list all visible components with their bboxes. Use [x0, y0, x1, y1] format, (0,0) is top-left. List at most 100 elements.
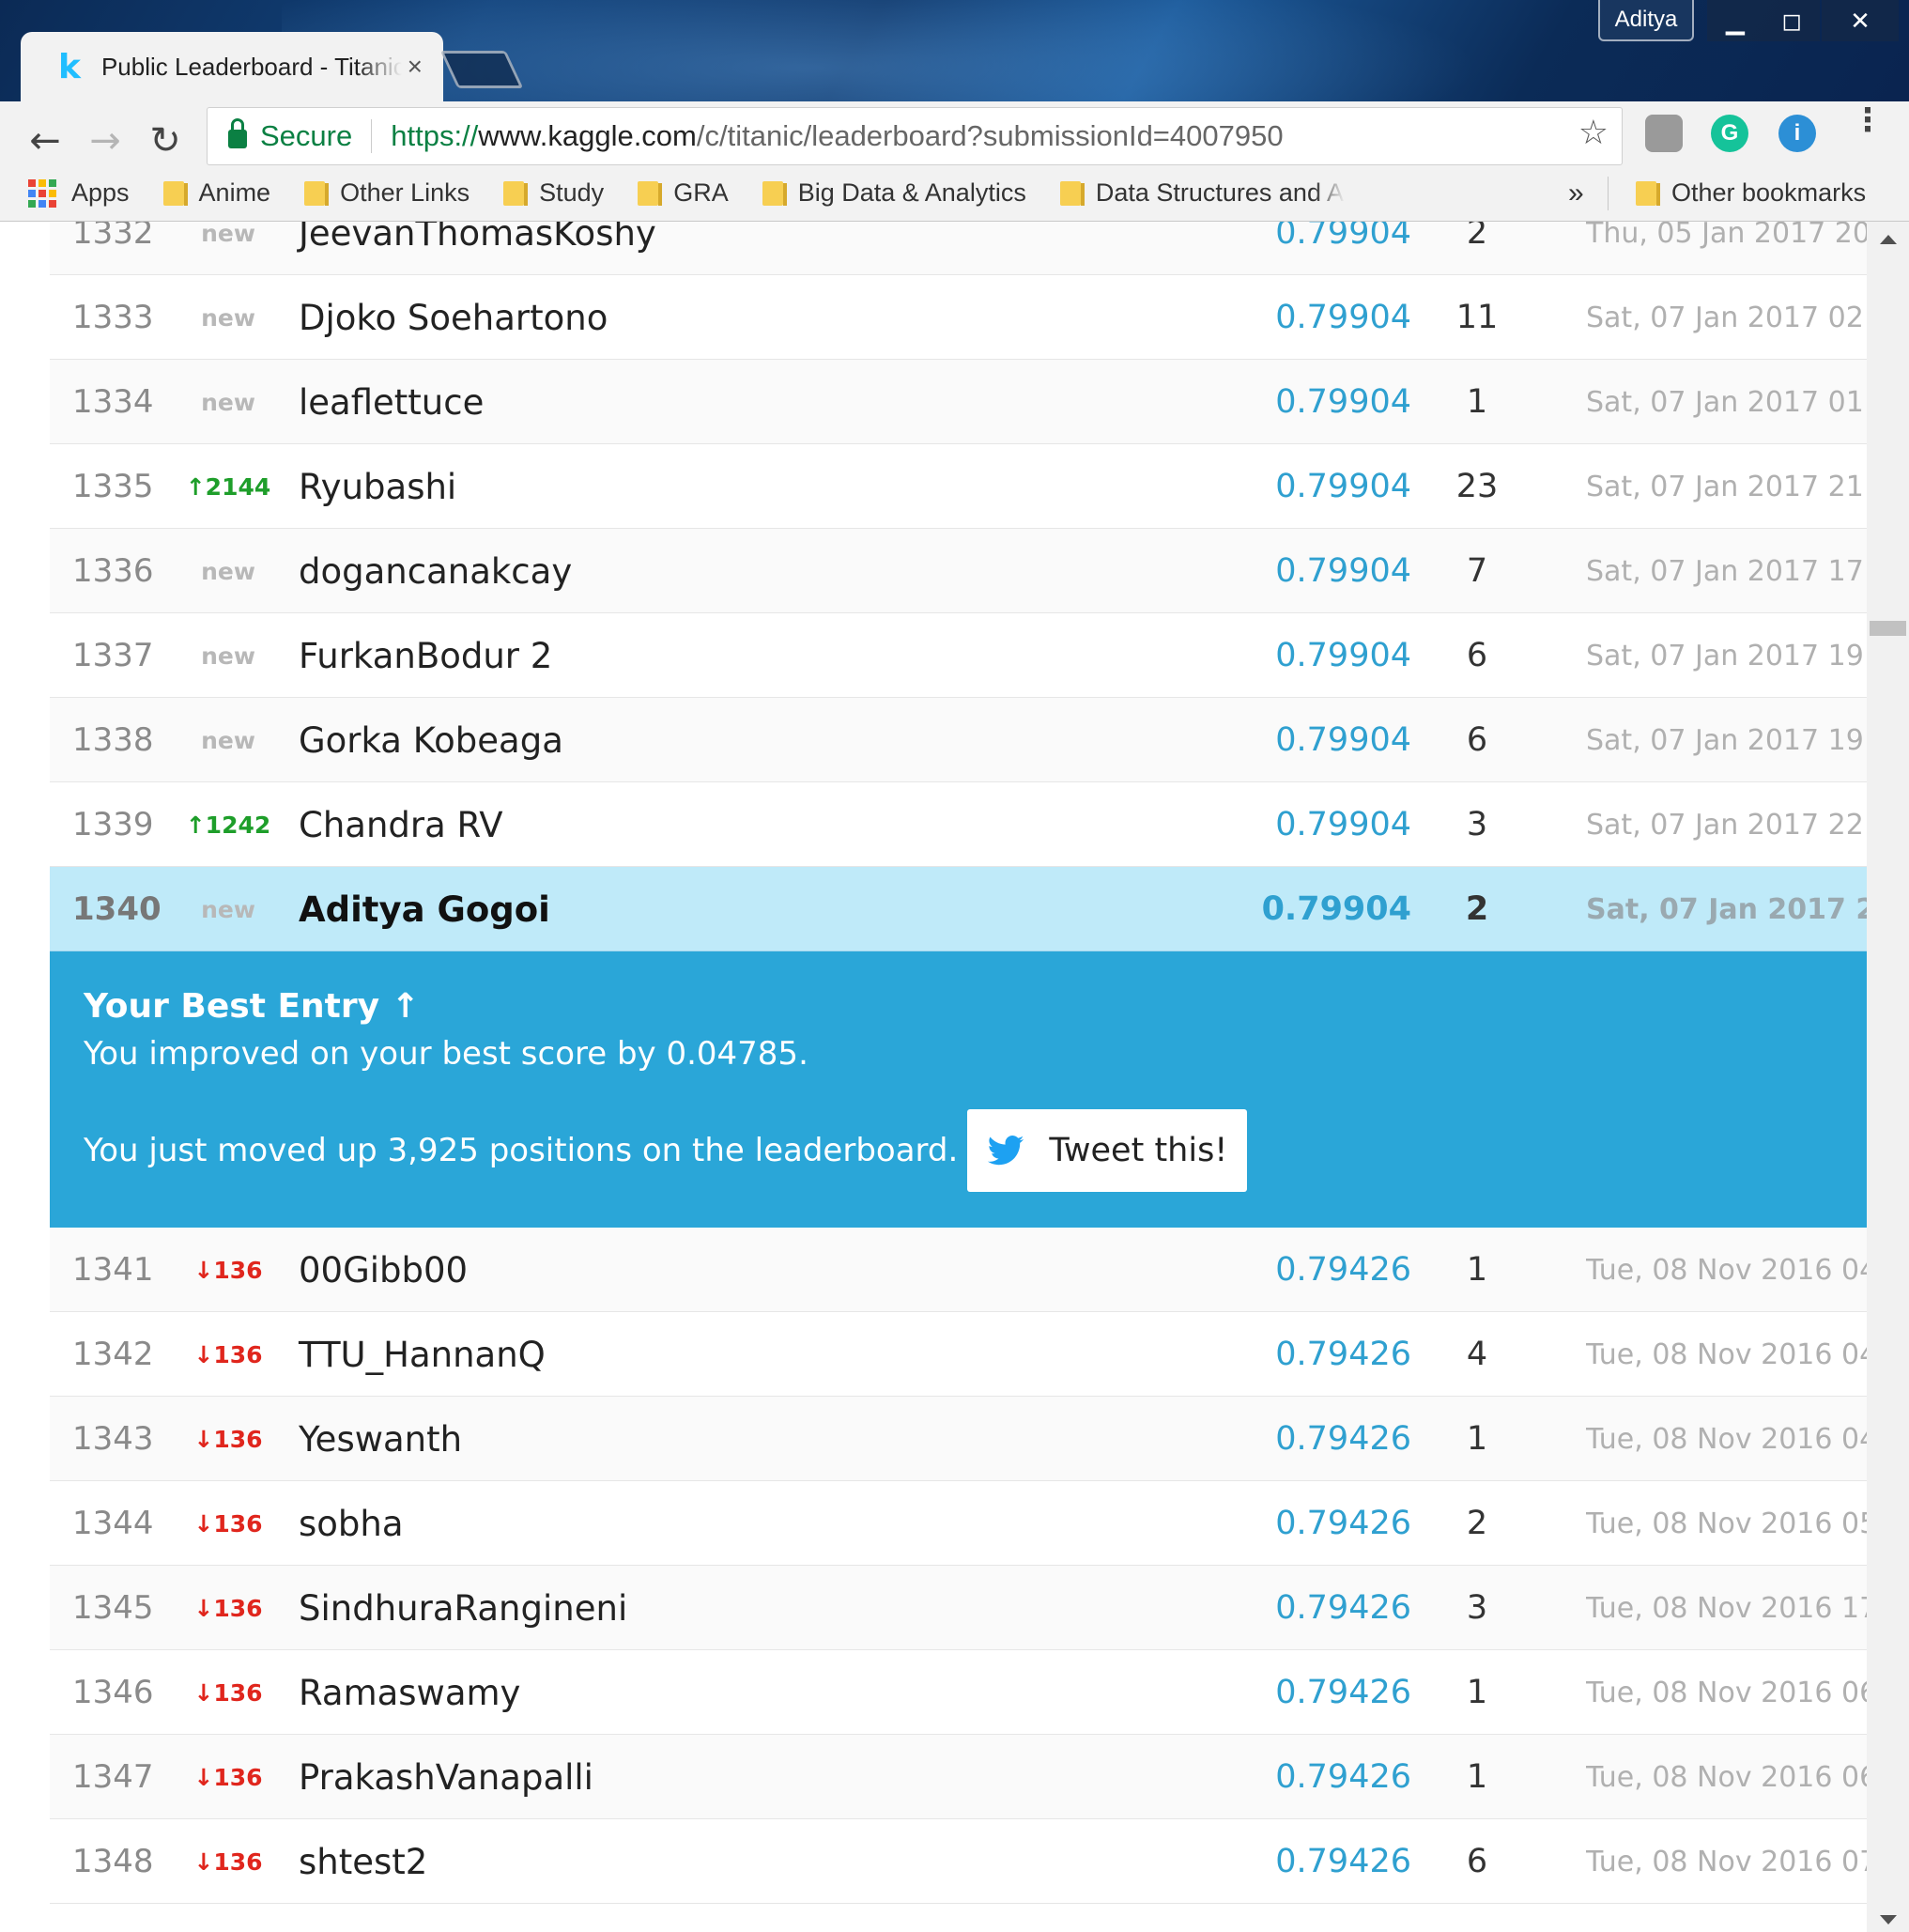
bookmarks-overflow-icon[interactable]: »: [1568, 178, 1584, 209]
leaderboard-row: 1348 ↓136 shtest2 0.79426 6 Tue, 08 Nov …: [50, 1819, 1867, 1904]
secure-label: Secure: [260, 119, 353, 152]
bookmark-big-data[interactable]: Big Data & Analytics: [762, 178, 1026, 208]
team-name-link[interactable]: JeevanThomasKoshy: [299, 222, 1219, 275]
leaderboard-row: 1333 new Djoko Soehartono 0.79904 11 Sat…: [50, 275, 1867, 360]
team-name-link[interactable]: Yeswanth: [299, 1397, 1219, 1481]
extension-icon[interactable]: [1645, 115, 1683, 152]
rank-cell: 1334: [72, 383, 154, 421]
team-name-link[interactable]: Gorka Kobeaga: [299, 698, 1219, 782]
close-icon[interactable]: ✕: [1822, 0, 1899, 41]
leaderboard-row: 1343 ↓136 Yeswanth 0.79426 1 Tue, 08 Nov…: [50, 1397, 1867, 1481]
score-cell: 0.79904: [1275, 721, 1411, 759]
grammarly-icon[interactable]: G: [1711, 115, 1748, 152]
score-cell: 0.79904: [1275, 468, 1411, 505]
rank-change-badge: new: [201, 641, 255, 670]
back-arrow-icon[interactable]: ←: [19, 115, 71, 167]
extension-info-icon[interactable]: i: [1778, 115, 1816, 152]
rank-cell: 1337: [72, 637, 154, 674]
tweet-this-button[interactable]: Tweet this!: [967, 1109, 1248, 1192]
score-cell: 0.79426: [1275, 1758, 1411, 1796]
entries-cell: 2: [1466, 1505, 1488, 1542]
last-submission-cell: Sat, 07 Jan 2017 22:16:25: [1586, 808, 1867, 842]
scroll-up-icon[interactable]: [1880, 235, 1897, 244]
team-name-link[interactable]: TTU_HannanQ: [299, 1312, 1219, 1397]
reload-icon[interactable]: ↻: [139, 115, 192, 167]
last-submission-cell: Sat, 07 Jan 2017 22:36:01: [1586, 892, 1867, 926]
page-scrollbar[interactable]: [1867, 222, 1909, 1932]
bookmark-label: Study: [539, 178, 605, 207]
bookmark-data-structures[interactable]: Data Structures and Algorithms: [1059, 178, 1345, 208]
forward-arrow-icon[interactable]: →: [79, 115, 131, 167]
team-name-link[interactable]: shtest2: [299, 1819, 1219, 1904]
score-cell: 0.79904: [1275, 552, 1411, 590]
url-scheme: https://: [391, 119, 479, 152]
bookmark-anime[interactable]: Anime: [162, 178, 270, 208]
leaderboard-row: 1346 ↓136 Ramaswamy 0.79426 1 Tue, 08 No…: [50, 1650, 1867, 1735]
team-name-link[interactable]: dogancanakcay: [299, 529, 1219, 613]
score-cell: 0.79426: [1275, 1336, 1411, 1373]
entries-cell: 1: [1466, 1674, 1488, 1711]
tab-close-icon[interactable]: ×: [408, 52, 423, 82]
maximize-icon[interactable]: ◻: [1763, 0, 1820, 41]
team-name-link[interactable]: SindhuraRangineni: [299, 1566, 1219, 1650]
last-submission-cell: Thu, 05 Jan 2017 20:36:42: [1586, 222, 1867, 250]
folder-icon: [1636, 180, 1660, 206]
team-name-link[interactable]: PrakashVanapalli: [299, 1735, 1219, 1819]
folder-icon: [162, 180, 188, 206]
folder-icon: [638, 180, 663, 206]
last-submission-cell: Sat, 07 Jan 2017 19:43:37 (-0: [1586, 723, 1867, 757]
rank-change-badge: new: [201, 557, 255, 585]
browser-tab[interactable]: k Public Leaderboard - Titanic ×: [21, 32, 443, 101]
rank-cell: 1339: [72, 806, 154, 843]
leaderboard-row: 1336 new dogancanakcay 0.79904 7 Sat, 07…: [50, 529, 1867, 613]
score-cell: 0.79426: [1275, 1251, 1411, 1289]
team-name-link[interactable]: 00Gibb00: [299, 1228, 1219, 1312]
bookmark-apps[interactable]: Apps: [28, 178, 130, 208]
address-bar[interactable]: Secure https:// www.kaggle.com /c/titani…: [207, 107, 1623, 165]
team-name-link[interactable]: Djoko Soehartono: [299, 275, 1219, 360]
new-tab-button[interactable]: [439, 51, 524, 88]
last-submission-cell: Sat, 07 Jan 2017 17:55:36 (-0: [1586, 554, 1867, 588]
scroll-thumb[interactable]: [1870, 621, 1906, 636]
best-entry-banner: Your Best Entry ↑ You improved on your b…: [50, 951, 1867, 1228]
team-name-link[interactable]: leaflettuce: [299, 360, 1219, 444]
rank-change-badge: new: [201, 726, 255, 754]
entries-cell: 3: [1466, 1589, 1488, 1627]
rank-change-badge: ↓136: [193, 1509, 263, 1538]
bookmark-gra[interactable]: GRA: [638, 178, 729, 208]
bookmark-other-links[interactable]: Other Links: [304, 178, 470, 208]
omnibox-divider: [371, 119, 373, 153]
folder-icon: [1059, 180, 1085, 206]
leaderboard-row: 1335 ↑2144 Ryubashi 0.79904 23 Sat, 07 J…: [50, 444, 1867, 529]
rank-change-badge: ↓136: [193, 1340, 263, 1368]
tweet-this-label: Tweet this!: [1049, 1132, 1228, 1169]
rank-cell: 1343: [72, 1420, 154, 1458]
score-cell: 0.79904: [1275, 806, 1411, 843]
minimize-icon[interactable]: ▁: [1707, 0, 1763, 41]
leaderboard-row: 1342 ↓136 TTU_HannanQ 0.79426 4 Tue, 08 …: [50, 1312, 1867, 1397]
last-submission-cell: Sat, 07 Jan 2017 21:00:00 (-8: [1586, 470, 1867, 503]
team-name-link[interactable]: FurkanBodur 2: [299, 613, 1219, 698]
team-name-link[interactable]: sobha: [299, 1481, 1219, 1566]
bookmark-study[interactable]: Study: [503, 178, 604, 208]
team-name-link[interactable]: Ryubashi: [299, 444, 1219, 529]
rank-cell: 1344: [72, 1505, 154, 1542]
scroll-down-icon[interactable]: [1880, 1915, 1897, 1924]
apps-grid-icon: [28, 178, 56, 208]
team-name-link[interactable]: Aditya Gogoi: [299, 867, 1219, 951]
score-cell: 0.79426: [1275, 1505, 1411, 1542]
leaderboard-row: 1341 ↓136 00Gibb00 0.79426 1 Tue, 08 Nov…: [50, 1228, 1867, 1312]
kaggle-favicon-icon: k: [58, 47, 81, 86]
entries-cell: 2: [1465, 890, 1489, 928]
browser-menu-icon[interactable]: ⋮: [1852, 104, 1884, 136]
team-name-link[interactable]: Chandra RV: [299, 782, 1219, 867]
bookmark-star-icon[interactable]: ☆: [1578, 114, 1609, 152]
best-entry-improvement: You improved on your best score by 0.047…: [84, 1035, 808, 1073]
team-name-link[interactable]: Ramaswamy: [299, 1650, 1219, 1735]
profile-button[interactable]: Aditya: [1598, 0, 1694, 41]
last-submission-cell: Sat, 07 Jan 2017 01:18:14: [1586, 385, 1867, 419]
rank-change-badge: ↓136: [193, 1425, 263, 1453]
rank-cell: 1342: [72, 1336, 154, 1373]
bookmark-other-bookmarks[interactable]: Other bookmarks: [1636, 178, 1866, 208]
best-entry-positions: You just moved up 3,925 positions on the…: [84, 1132, 959, 1169]
